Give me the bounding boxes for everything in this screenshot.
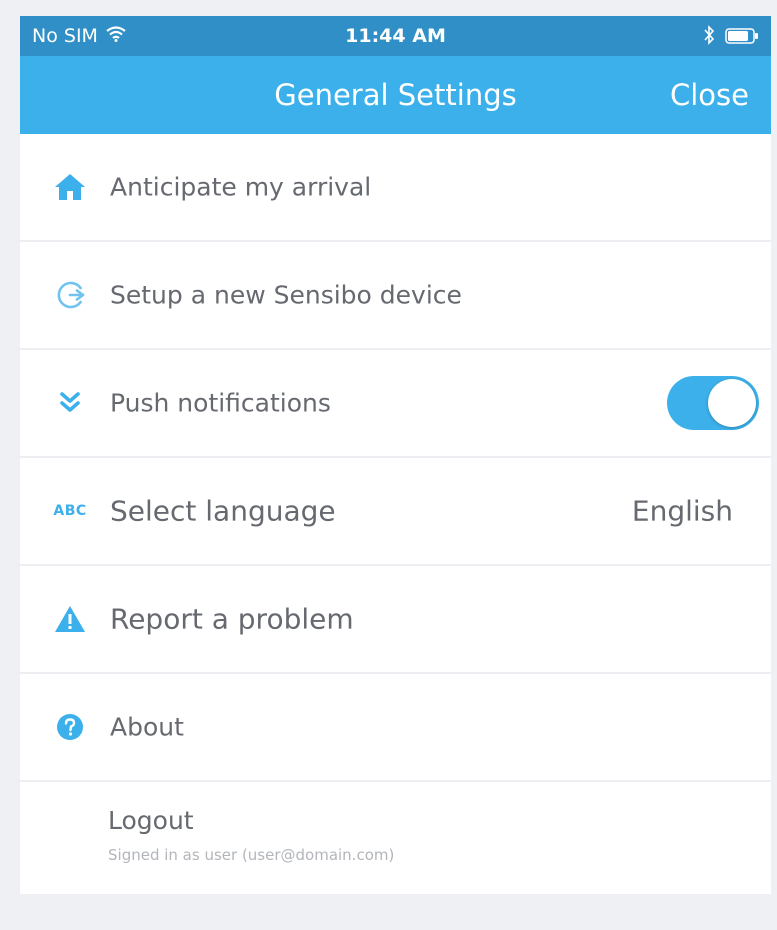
anticipate-arrival-label: Anticipate my arrival (110, 172, 372, 202)
language-abc-icon: ABC (53, 503, 87, 519)
status-bar: No SIM 11:44 AM (20, 16, 771, 56)
settings-screen: No SIM 11:44 AM General Settings Close A… (20, 16, 771, 894)
help-icon (52, 709, 88, 745)
push-notifications-label: Push notifications (110, 388, 331, 418)
report-problem-row[interactable]: Report a problem (20, 566, 771, 674)
about-row[interactable]: About (20, 674, 771, 782)
chevrons-down-icon (52, 385, 88, 421)
toggle-knob (708, 379, 756, 427)
settings-list: Anticipate my arrival Setup a new Sensib… (20, 134, 771, 890)
setup-device-label: Setup a new Sensibo device (110, 280, 462, 310)
select-language-label: Select language (110, 494, 336, 528)
language-value: English (631, 494, 733, 528)
battery-icon (725, 27, 759, 49)
close-button[interactable]: Close (670, 78, 749, 112)
home-icon (52, 169, 88, 205)
anticipate-arrival-row[interactable]: Anticipate my arrival (20, 134, 771, 242)
push-notifications-row: Push notifications (20, 350, 771, 458)
warning-icon (52, 601, 88, 637)
logout-button[interactable]: Logout (108, 806, 194, 835)
about-label: About (110, 712, 184, 742)
setup-device-icon (52, 277, 88, 313)
report-problem-label: Report a problem (110, 602, 354, 636)
signed-in-info: Signed in as user (user@domain.com) (108, 846, 395, 864)
navigation-bar: General Settings Close (20, 56, 771, 134)
logout-row[interactable]: Logout Signed in as user (user@domain.co… (20, 782, 771, 890)
push-notifications-toggle[interactable] (667, 376, 759, 430)
setup-device-row[interactable]: Setup a new Sensibo device (20, 242, 771, 350)
bluetooth-icon (703, 25, 715, 50)
select-language-row[interactable]: ABC Select language English (20, 458, 771, 566)
page-title: General Settings (274, 78, 517, 112)
status-right (703, 25, 759, 50)
status-time: 11:44 AM (345, 25, 446, 47)
